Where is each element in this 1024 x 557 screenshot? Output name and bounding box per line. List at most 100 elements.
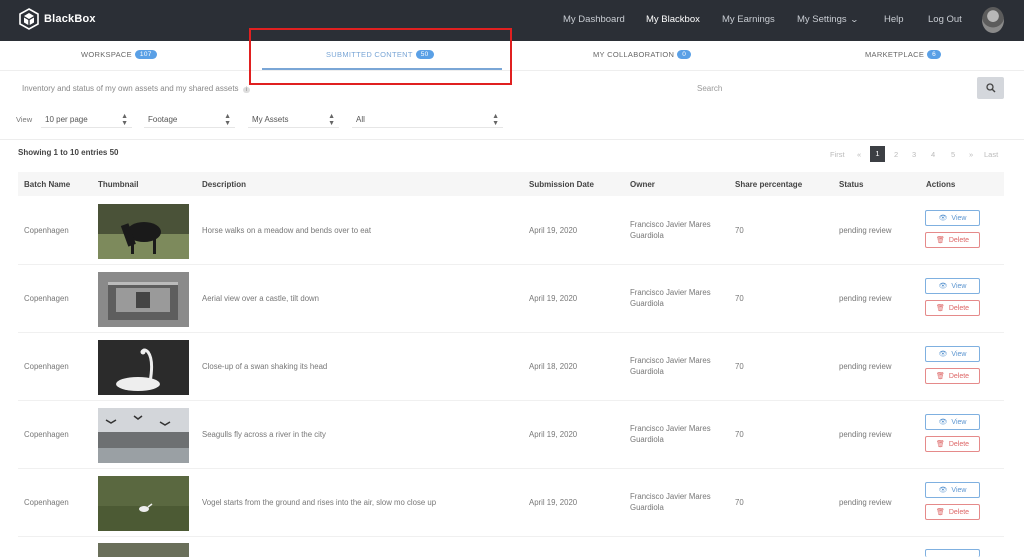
nav-help[interactable]: Help <box>884 14 904 25</box>
batch-name: Copenhagen <box>24 294 69 303</box>
top-navbar: BlackBox My Dashboard My Blackbox My Ear… <box>0 0 1024 41</box>
view-button-label: View <box>951 214 967 222</box>
tab-marketplace[interactable]: MARKETPLACE 6 <box>865 50 942 59</box>
owner-name: Francisco Javier Mares Guardiola <box>630 356 711 376</box>
submission-date: April 18, 2020 <box>529 362 578 371</box>
video-thumbnail[interactable] <box>98 272 189 327</box>
view-button[interactable]: 👁 View <box>925 210 980 226</box>
delete-button[interactable]: 🗑 Delete <box>925 368 980 384</box>
column-header[interactable]: Status <box>839 180 863 189</box>
table-row: Copenhagen Aerial view over a castle, ti… <box>18 265 1004 333</box>
status-text: pending review <box>839 430 892 439</box>
delete-button-label: Delete <box>948 304 970 312</box>
asset-scope-value: My Assets <box>252 115 289 124</box>
content-tabs: WORKSPACE 107 SUBMITTED CONTENT 50 MY COLL… <box>0 41 1024 71</box>
delete-button[interactable]: 🗑 Delete <box>925 504 980 520</box>
table-header: Batch Name Thumbnail Description Submiss… <box>18 172 1004 196</box>
brand-logo[interactable]: BlackBox <box>19 8 96 30</box>
pagination-last[interactable]: Last <box>984 150 998 159</box>
share-percentage: 70 <box>735 226 744 235</box>
view-button[interactable]: 👁 View <box>925 346 980 362</box>
asset-description: Vogel starts from the ground and rises i… <box>202 498 437 507</box>
delete-button-label: Delete <box>948 508 970 516</box>
table-row: Copenhagen Horse walks on a meadow and b… <box>18 197 1004 265</box>
column-header[interactable]: Submission Date <box>529 180 594 189</box>
tab-workspace[interactable]: WORKSPACE 107 <box>81 50 157 59</box>
column-header[interactable]: Share percentage <box>735 180 802 189</box>
pagination-page-4[interactable]: 4 <box>931 150 935 159</box>
seagulls-thumbnail-image <box>98 408 189 463</box>
table-row: Copenhagen Close-up of a swan shaking it… <box>18 333 1004 401</box>
pagination-page-1[interactable]: 1 <box>870 146 885 162</box>
column-header[interactable]: Description <box>202 180 246 189</box>
trash-icon: 🗑 <box>935 509 945 516</box>
owner-name: Francisco Javier Mares Guardiola <box>630 220 711 240</box>
nav-my-blackbox[interactable]: My Blackbox <box>646 14 700 25</box>
view-button[interactable]: 👁 View <box>925 278 980 294</box>
submission-date: April 19, 2020 <box>529 226 578 235</box>
tab-marketplace-count: 6 <box>927 50 942 59</box>
search-button[interactable] <box>977 77 1004 99</box>
video-thumbnail[interactable] <box>98 340 189 395</box>
pagination-prev[interactable]: « <box>857 150 861 159</box>
trash-icon: 🗑 <box>935 373 945 380</box>
status-text: pending review <box>839 362 892 371</box>
status-filter-select[interactable]: All ▲ ▼ <box>352 112 503 128</box>
pagination-first[interactable]: First <box>830 150 845 159</box>
submission-date: April 19, 2020 <box>529 294 578 303</box>
entries-summary: Showing 1 to 10 entries 50 <box>18 148 119 157</box>
nav-my-settings[interactable]: My Settings ⌄ <box>797 14 859 25</box>
user-avatar[interactable] <box>982 7 1004 33</box>
asset-type-select[interactable]: Footage ▲ ▼ <box>144 112 235 128</box>
delete-button[interactable]: 🗑 Delete <box>925 300 980 316</box>
nav-log-out[interactable]: Log Out <box>928 14 962 25</box>
video-thumbnail[interactable] <box>98 408 189 463</box>
view-button-label: View <box>951 418 967 426</box>
view-button[interactable] <box>925 549 980 557</box>
horse-thumbnail-image <box>98 204 189 259</box>
nav-my-dashboard[interactable]: My Dashboard <box>563 14 625 25</box>
submission-date: April 19, 2020 <box>529 498 578 507</box>
pagination-page-2[interactable]: 2 <box>894 150 898 159</box>
pagination-next[interactable]: » <box>969 150 973 159</box>
highlight-annotation-box <box>249 28 512 85</box>
share-percentage: 70 <box>735 498 744 507</box>
asset-description: Seagulls fly across a river in the city <box>202 430 326 439</box>
pagination-page-3[interactable]: 3 <box>912 150 916 159</box>
tab-workspace-label: WORKSPACE <box>81 50 132 59</box>
delete-button[interactable]: 🗑 Delete <box>925 436 980 452</box>
table-row: Copenhagen Seagulls fly across a river i… <box>18 401 1004 469</box>
video-thumbnail[interactable] <box>98 543 189 557</box>
per-page-select[interactable]: 10 per page ▲ ▼ <box>41 112 132 128</box>
pagination-page-5[interactable]: 5 <box>951 150 955 159</box>
trash-icon: 🗑 <box>935 237 945 244</box>
search-input[interactable]: Search <box>697 84 722 93</box>
table-row: Copenhagen Vogel starts from the ground … <box>18 469 1004 537</box>
status-filter-value: All <box>356 115 365 124</box>
trash-icon: 🗑 <box>935 441 945 448</box>
view-button[interactable]: 👁 View <box>925 414 980 430</box>
view-button[interactable]: 👁 View <box>925 482 980 498</box>
owner-name: Francisco Javier Mares Guardiola <box>630 288 711 308</box>
status-text: pending review <box>839 226 892 235</box>
owner-name: Francisco Javier Mares Guardiola <box>630 424 711 444</box>
delete-button[interactable]: 🗑 Delete <box>925 232 980 248</box>
nav-my-earnings[interactable]: My Earnings <box>722 14 775 25</box>
tab-my-collaboration[interactable]: MY COLLABORATION 0 <box>593 50 692 59</box>
batch-name: Copenhagen <box>24 362 69 371</box>
column-header[interactable]: Owner <box>630 180 655 189</box>
asset-description: Close-up of a swan shaking its head <box>202 362 328 371</box>
sort-arrows-icon: ▲ ▼ <box>224 113 231 127</box>
intro-text: Inventory and status of my own assets an… <box>22 84 250 93</box>
bird-thumbnail-image <box>98 476 189 531</box>
asset-scope-select[interactable]: My Assets ▲ ▼ <box>248 112 339 128</box>
tab-marketplace-label: MARKETPLACE <box>865 50 925 59</box>
castle-thumbnail-image <box>98 272 189 327</box>
column-header[interactable]: Batch Name <box>24 180 70 189</box>
share-percentage: 70 <box>735 430 744 439</box>
video-thumbnail[interactable] <box>98 476 189 531</box>
eye-icon: 👁 <box>938 351 948 358</box>
info-icon[interactable]: i <box>242 87 250 93</box>
column-header: Thumbnail <box>98 180 139 189</box>
video-thumbnail[interactable] <box>98 204 189 259</box>
